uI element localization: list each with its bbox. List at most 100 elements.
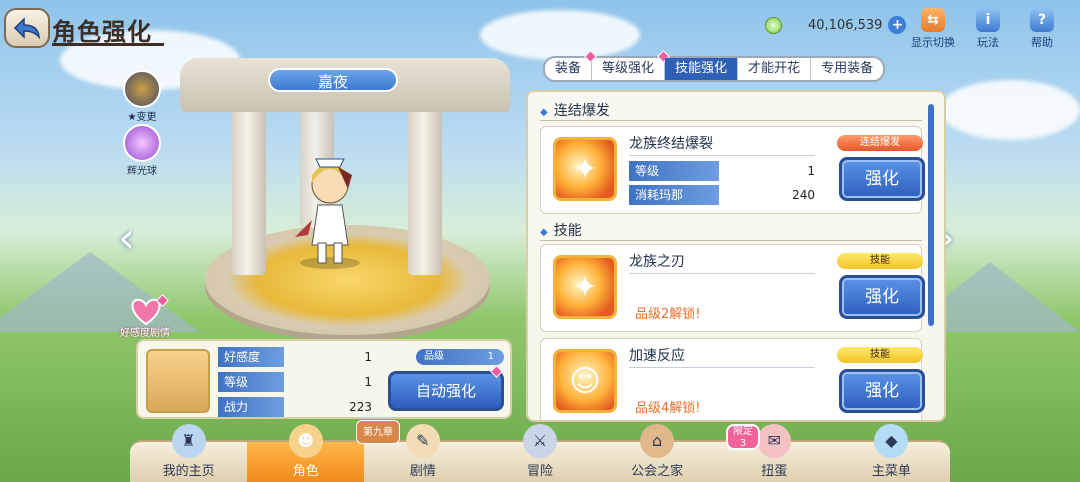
unlock-condition: 品级4解锁!	[635, 401, 701, 416]
divider	[629, 155, 815, 156]
nav-label: 剧情	[409, 464, 436, 479]
tab-level-up[interactable]: 等级强化	[592, 50, 670, 80]
nav-character[interactable]: ☻ 角色	[247, 424, 365, 482]
enhance-tabs: 装备 等级强化 技能强化 才能开花 专用装备	[543, 50, 886, 82]
grade-value: 1	[487, 351, 494, 362]
title-underline	[52, 43, 164, 46]
nav-guild-house[interactable]: ⌂ 公会之家	[599, 424, 716, 482]
castle-icon: ♜	[171, 424, 206, 458]
crystal-icon: ◆	[874, 424, 909, 458]
enhance-skill2-button[interactable]: 强化	[839, 369, 925, 413]
scroll-icon: ✎	[405, 424, 440, 458]
gameplay-label: 玩法	[977, 36, 999, 49]
display-switch-label: 显示切换	[911, 36, 955, 49]
tab-equipment[interactable]: 装备	[545, 50, 597, 80]
add-money-button[interactable]: +	[888, 16, 907, 34]
mana-coin-icon	[765, 16, 782, 34]
skill-type-badge: 技能	[837, 253, 923, 269]
limited-gacha-badge: 限定 3	[726, 424, 760, 450]
nav-label: 公会之家	[631, 464, 684, 479]
skill-name: 加速反应	[629, 348, 685, 364]
character-icon: ☻	[288, 424, 323, 458]
person-swap-icon: ⇆	[921, 8, 945, 32]
gacha-icon: ✉	[757, 424, 792, 458]
dragon-blade-skill-icon[interactable]: ✦	[553, 255, 617, 319]
power-value: 223	[349, 400, 372, 414]
tab-label: 技能强化	[675, 61, 728, 76]
nav-label: 角色	[292, 464, 319, 479]
affection-label: 好感度	[218, 347, 284, 367]
skill-level-row: 等级 1	[629, 161, 815, 181]
character-portrait[interactable]	[146, 349, 210, 413]
skill-card-ub: ✦ 龙族终结爆裂 等级 1 消耗玛那 240 连结爆发 强化	[540, 126, 925, 214]
skill-card-2: ☺ 加速反应 品级4解锁! 技能 强化	[540, 338, 925, 420]
affection-row: 好感度 1	[218, 347, 378, 367]
love-story-label: 好感度剧情	[120, 328, 170, 339]
back-button[interactable]	[4, 8, 50, 48]
mana-cost-row: 消耗玛那 240	[629, 185, 815, 205]
divider	[540, 240, 922, 241]
display-switch-button[interactable]: ⇆ 显示切换	[905, 8, 961, 50]
nav-story[interactable]: ✎ 剧情	[364, 424, 481, 482]
money-display: 40,106,539 +	[765, 14, 907, 36]
nav-label: 冒险	[526, 464, 553, 479]
house-icon: ⌂	[640, 424, 675, 458]
info-icon: i	[976, 8, 1000, 32]
nav-adventure[interactable]: ⚔ 冒险	[481, 424, 598, 482]
level-label: 等级	[218, 372, 284, 392]
level-row: 等级 1	[218, 372, 378, 392]
tab-unique-equipment[interactable]: 专用装备	[811, 58, 883, 80]
limited-count: 3	[739, 438, 747, 449]
nav-main-menu[interactable]: ◆ 主菜单	[833, 424, 950, 482]
skill-list-scrollbar[interactable]	[928, 104, 934, 326]
tab-label: 装备	[555, 61, 582, 76]
character-sprite[interactable]	[290, 145, 370, 270]
glow-orb-label: 辉光球	[127, 166, 157, 177]
help-button[interactable]: ? 帮助	[1014, 8, 1070, 50]
back-arrow-icon	[13, 17, 40, 39]
cost-value: 240	[792, 188, 815, 202]
page-title: 角色强化	[52, 18, 152, 46]
quick-reaction-skill-icon[interactable]: ☺	[553, 349, 617, 413]
heart-icon[interactable]	[126, 294, 169, 326]
gazebo-column	[408, 100, 442, 275]
tab-talent-bloom[interactable]: 才能开花	[738, 58, 812, 80]
tab-skill-enhance[interactable]: 技能强化	[665, 58, 739, 80]
power-label: 战力	[218, 397, 284, 417]
enhance-skill1-button[interactable]: 强化	[839, 275, 925, 319]
prev-character-arrow[interactable]: ‹	[118, 217, 144, 262]
skill-card-1: ✦ 龙族之刃 品级2解锁! 技能 强化	[540, 244, 925, 332]
divider	[629, 367, 815, 368]
skill-type-badge: 技能	[837, 347, 923, 363]
enhance-ub-button[interactable]: 强化	[839, 157, 925, 201]
cloud	[480, 10, 640, 60]
star-icon	[123, 70, 161, 108]
skill-section-title: 技能	[540, 220, 582, 240]
nav-label: 主菜单	[871, 464, 911, 479]
money-amount: 40,106,539	[808, 17, 883, 33]
character-name: 嘉夜	[268, 68, 398, 92]
power-row: 战力 223	[218, 397, 378, 417]
unlock-condition: 品级2解锁!	[635, 307, 701, 322]
gazebo-column	[232, 100, 266, 275]
cloud	[940, 80, 1080, 140]
level-label: 等级	[629, 161, 719, 181]
divider	[629, 273, 815, 274]
gameplay-button[interactable]: i 玩法	[960, 8, 1016, 50]
sword-icon: ⚔	[522, 424, 557, 458]
nav-home[interactable]: ♜ 我的主页	[130, 424, 247, 482]
limited-label: 限定	[733, 426, 753, 437]
union-burst-section-title: 连结爆发	[540, 100, 610, 120]
glow-orb-button[interactable]: 辉光球	[120, 124, 164, 177]
bottom-nav: ♜ 我的主页 ☻ 角色 ✎ 剧情 ⚔ 冒险 ⌂ 公会之家 ✉ 扭蛋 ◆ 主菜单	[130, 424, 950, 482]
skill-name: 龙族之刃	[629, 254, 685, 270]
skill-panel: 连结爆发 ✦ 龙族终结爆裂 等级 1 消耗玛那 240 连结爆发 强化 技能 ✦…	[526, 90, 946, 422]
union-burst-skill-icon[interactable]: ✦	[553, 137, 617, 201]
help-label: 帮助	[1031, 36, 1053, 49]
grade-row: 品级 1	[416, 349, 504, 365]
auto-enhance-button[interactable]: 自动强化	[388, 371, 504, 411]
star-change-button[interactable]: ★变更	[120, 70, 164, 123]
nav-label: 我的主页	[162, 464, 215, 479]
skill-name: 龙族终结爆裂	[629, 136, 713, 152]
story-chapter-badge: 第九章	[356, 420, 400, 444]
